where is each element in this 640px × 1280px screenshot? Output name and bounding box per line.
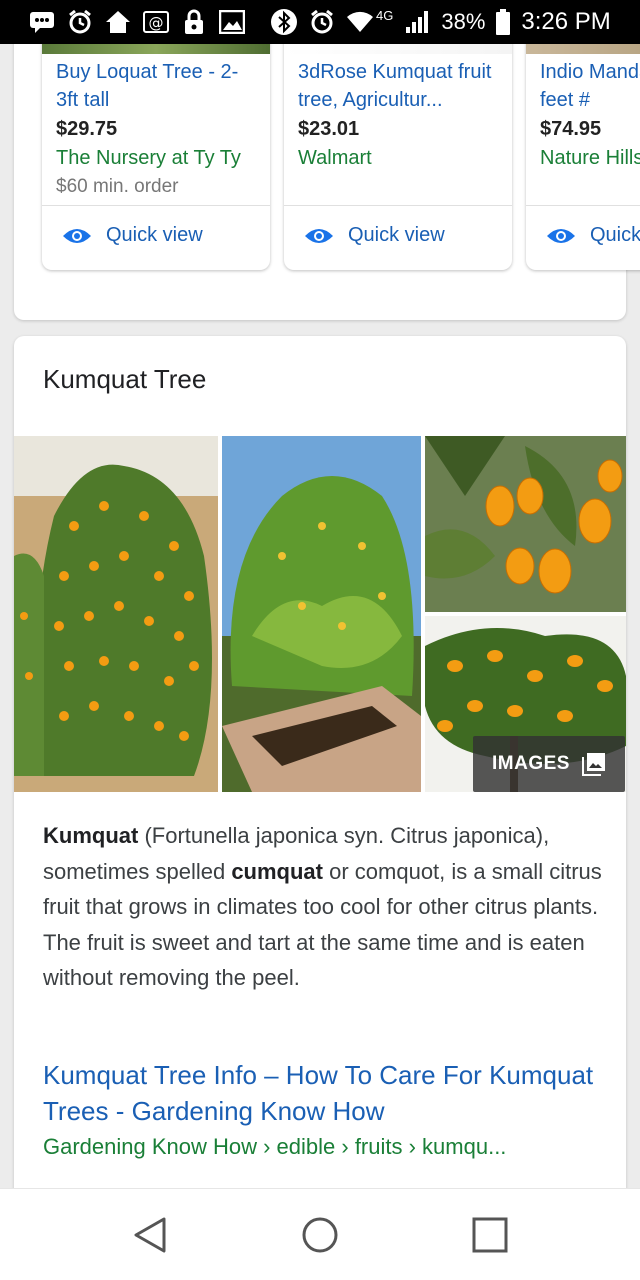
image-icon [218,9,246,35]
alarm-clock-icon [308,9,336,35]
quick-view-button[interactable]: Quick view [546,224,640,247]
status-bar: @ 4G 38% 3:26 PM [0,0,640,44]
quick-view-label: Quick view [590,224,640,246]
email-icon: @ [142,9,170,35]
product-image[interactable] [284,44,512,54]
clock: 3:26 PM [521,8,611,35]
more-images-button[interactable]: IMAGES [473,736,625,792]
product-title[interactable]: 3dRose Kumquat fruit tree, Agricultur... [298,58,498,114]
images-label: IMAGES [492,753,570,774]
product-store: The Nursery at Ty Ty [56,147,241,169]
svg-text:@: @ [149,14,164,32]
home-button[interactable] [298,1213,342,1257]
quick-view-button[interactable]: Quick view [304,224,445,247]
product-min-order: $60 min. order [56,176,179,197]
lock-icon [180,9,208,35]
signal-icon [403,9,431,35]
divider [42,205,270,206]
product-card[interactable]: Buy Loquat Tree - 2-3ft tall $29.75 The … [42,44,270,270]
description-alt-term: cumquat [231,858,323,884]
shopping-card: Buy Loquat Tree - 2-3ft tall $29.75 The … [14,44,640,320]
message-icon [28,9,56,35]
product-title[interactable]: Indio Mandarin 2 - 3 feet # [540,58,640,114]
back-button[interactable] [128,1213,172,1257]
battery-icon [495,9,511,35]
knowledge-panel: Kumquat Tree IMAGES Kumquat (Fortunella … [14,336,626,1188]
quick-view-button[interactable]: Quick view [62,224,203,247]
divider [284,205,512,206]
quick-view-label: Quick view [348,224,445,246]
product-image[interactable] [526,44,640,54]
description: Kumquat (Fortunella japonica syn. Citrus… [43,818,603,996]
divider [526,205,640,206]
product-price: $29.75 [56,118,118,140]
battery-percent: 38% [441,9,486,34]
alarm-icon [66,9,94,35]
eye-icon [63,228,91,243]
eye-icon [305,228,333,243]
back-icon [134,1217,166,1253]
product-price: $74.95 [540,118,602,140]
recents-button[interactable] [468,1213,512,1257]
product-card[interactable]: Indio Mandarin 2 - 3 feet # $74.95 Natur… [526,44,640,270]
product-title[interactable]: Buy Loquat Tree - 2-3ft tall [56,58,256,114]
product-store: Nature Hills [540,147,640,169]
wifi-icon [346,9,374,35]
kumquat-fruit-image[interactable] [425,436,626,612]
home-circle-icon [302,1217,338,1253]
image-grid: IMAGES [14,436,626,792]
quick-view-label: Quick view [106,224,203,246]
kumquat-tree-image-2[interactable] [222,436,421,792]
navigation-bar [0,1188,640,1280]
eye-icon [547,228,575,243]
panel-title: Kumquat Tree [43,364,207,394]
product-card[interactable]: 3dRose Kumquat fruit tree, Agricultur...… [284,44,512,270]
images-icon [581,753,605,776]
description-term: Kumquat [43,823,139,848]
product-store: Walmart [298,147,372,169]
network-type: 4G [376,7,394,23]
result-link[interactable]: Kumquat Tree Info – How To Care For Kumq… [43,1058,603,1129]
kumquat-tree-image-1[interactable] [14,436,218,792]
home-icon [104,9,132,35]
search-results: Buy Loquat Tree - 2-3ft tall $29.75 The … [0,44,640,1188]
bluetooth-icon [270,9,298,35]
product-image[interactable] [42,44,270,54]
recents-icon [472,1217,508,1253]
result-url: Gardening Know How › edible › fruits › k… [43,1134,507,1159]
product-price: $23.01 [298,118,360,140]
